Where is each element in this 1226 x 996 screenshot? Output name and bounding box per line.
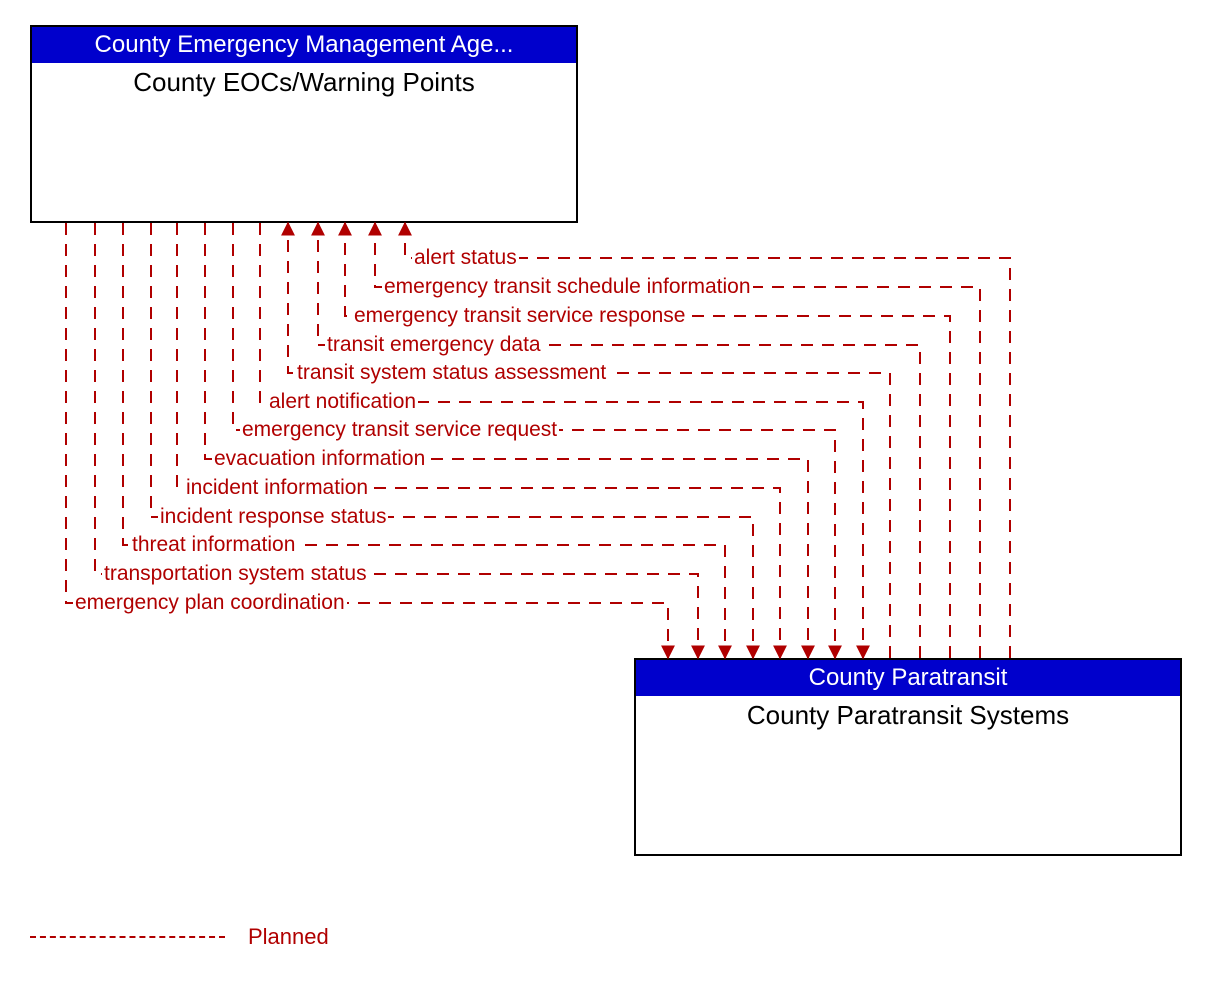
- legend-label-planned: Planned: [248, 924, 329, 950]
- entity-body-county-eoc: County EOCs/Warning Points: [32, 63, 576, 102]
- flow-label: emergency transit service request: [240, 418, 559, 441]
- flow-label: evacuation information: [212, 447, 427, 470]
- legend-line-planned: [30, 936, 225, 938]
- entity-box-county-eoc: County Emergency Management Age... Count…: [30, 25, 578, 223]
- flow-label: transit system status assessment: [295, 361, 608, 384]
- entity-body-county-paratransit: County Paratransit Systems: [636, 696, 1180, 735]
- flow-label: incident information: [184, 476, 370, 499]
- flow-label: emergency transit service response: [352, 304, 687, 327]
- flow-label: emergency plan coordination: [73, 591, 347, 614]
- flow-label: emergency transit schedule information: [382, 275, 753, 298]
- flow-label: alert status: [412, 246, 519, 269]
- flow-label: threat information: [130, 533, 297, 556]
- flow-label: transportation system status: [102, 562, 369, 585]
- entity-header-county-eoc: County Emergency Management Age...: [32, 27, 576, 63]
- entity-box-county-paratransit: County Paratransit County Paratransit Sy…: [634, 658, 1182, 856]
- flow-label: alert notification: [267, 390, 418, 413]
- entity-header-county-paratransit: County Paratransit: [636, 660, 1180, 696]
- flow-label: incident response status: [158, 505, 388, 528]
- flow-label: transit emergency data: [325, 333, 543, 356]
